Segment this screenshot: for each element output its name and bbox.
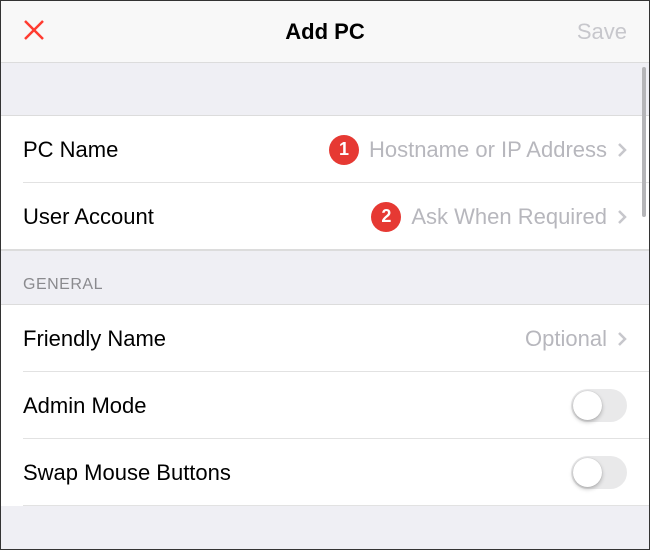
chevron-right-icon — [617, 331, 627, 347]
friendly-name-value: Optional — [525, 326, 607, 352]
annotation-badge-1: 1 — [329, 135, 359, 165]
toggle-knob — [573, 458, 602, 487]
toggle-knob — [573, 391, 602, 420]
page-title: Add PC — [1, 19, 649, 45]
admin-mode-toggle[interactable] — [571, 389, 627, 422]
annotation-badge-2: 2 — [371, 202, 401, 232]
row-pc-name[interactable]: PC Name 1 Hostname or IP Address — [1, 116, 649, 183]
swap-mouse-label: Swap Mouse Buttons — [23, 460, 231, 486]
user-account-label: User Account — [23, 204, 154, 230]
section-header-general: GENERAL — [1, 250, 649, 305]
row-admin-mode: Admin Mode — [1, 372, 649, 439]
scrollbar[interactable] — [642, 67, 646, 217]
header: Add PC Save — [1, 1, 649, 63]
admin-mode-label: Admin Mode — [23, 393, 147, 419]
chevron-right-icon — [617, 142, 627, 158]
friendly-name-label: Friendly Name — [23, 326, 166, 352]
row-swap-mouse: Swap Mouse Buttons — [1, 439, 649, 506]
close-icon[interactable] — [23, 15, 53, 49]
row-user-account[interactable]: User Account 2 Ask When Required — [1, 183, 649, 250]
chevron-right-icon — [617, 209, 627, 225]
user-account-value: Ask When Required — [411, 204, 607, 230]
pc-name-label: PC Name — [23, 137, 118, 163]
swap-mouse-toggle[interactable] — [571, 456, 627, 489]
row-friendly-name[interactable]: Friendly Name Optional — [1, 305, 649, 372]
save-button[interactable]: Save — [577, 19, 627, 45]
pc-name-value: Hostname or IP Address — [369, 137, 607, 163]
spacer — [1, 63, 649, 116]
